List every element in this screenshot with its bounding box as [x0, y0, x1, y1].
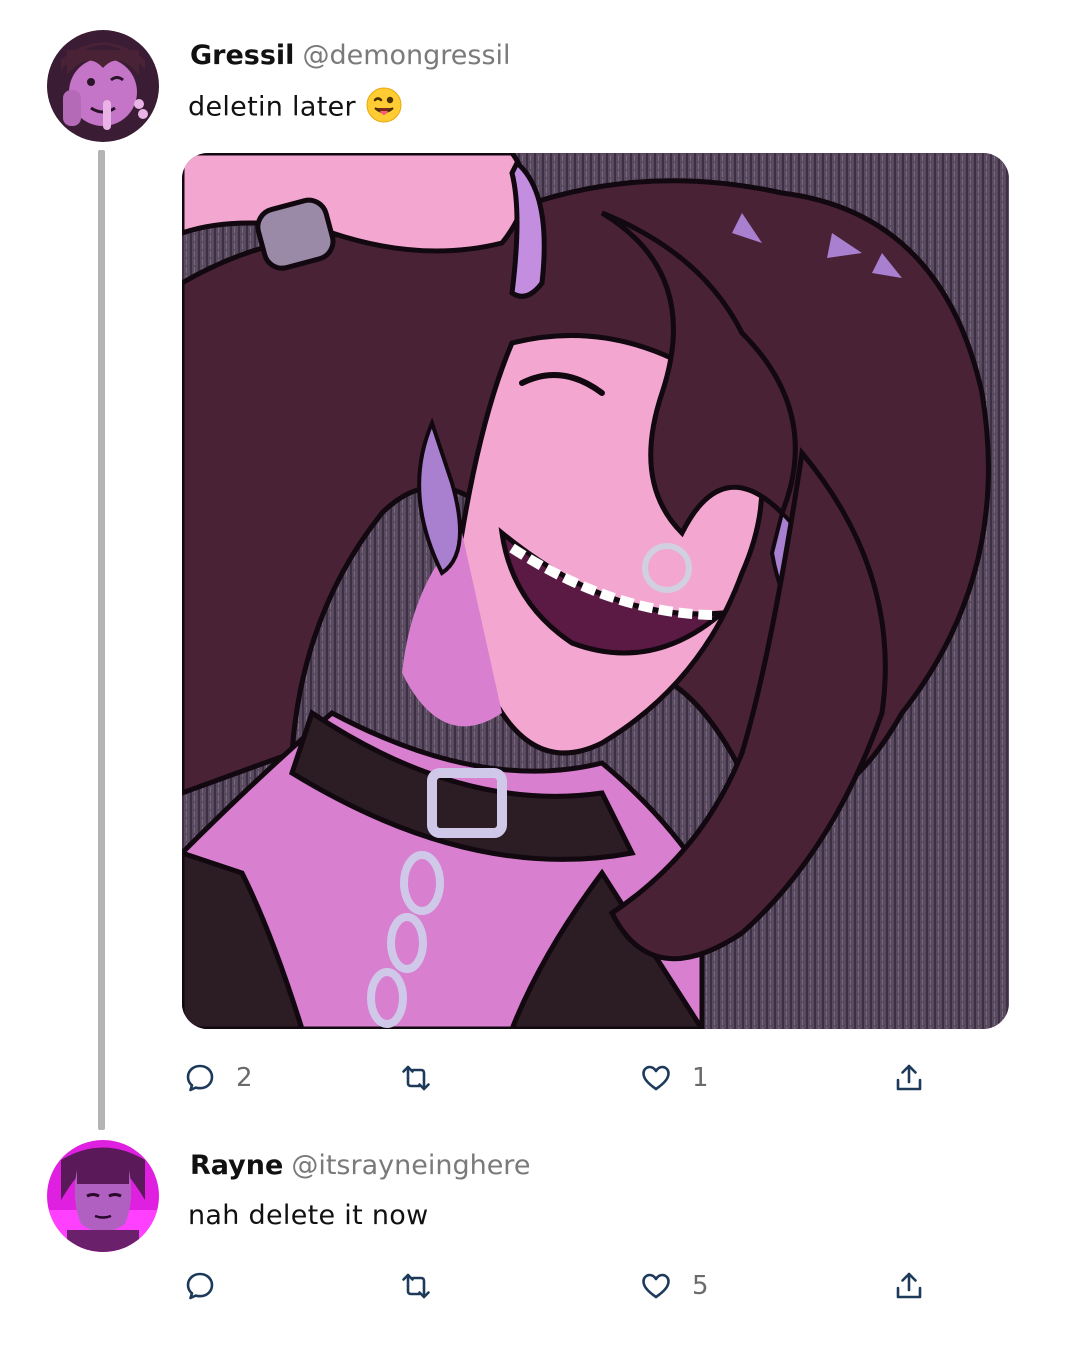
like-icon: [642, 1273, 670, 1299]
like-button[interactable]: 1: [640, 1058, 709, 1098]
tweet-text-content: deletin later: [188, 91, 356, 123]
like-count: 1: [692, 1063, 709, 1093]
reply-button[interactable]: [184, 1266, 236, 1306]
share-button[interactable]: [893, 1058, 925, 1098]
share-button[interactable]: [893, 1266, 925, 1306]
tweet-header: Gressil @demongressil: [190, 40, 511, 71]
tweet-text-content: nah delete it now: [188, 1200, 429, 1231]
reply-count: 2: [236, 1063, 253, 1093]
like-count: 5: [692, 1271, 709, 1301]
tweet-text: deletin later: [188, 87, 402, 126]
rayne-avatar[interactable]: [47, 1140, 159, 1252]
share-icon: [896, 1064, 922, 1091]
reply-icon: [186, 1064, 214, 1092]
thread-connector-line: [98, 150, 105, 1130]
like-icon: [642, 1065, 670, 1091]
author-handle[interactable]: @itsrayneinghere: [291, 1150, 530, 1181]
author-name[interactable]: Gressil: [190, 40, 294, 71]
tweet-actions: 5: [0, 1266, 1080, 1306]
tweet-header: Rayne @itsrayneinghere: [190, 1150, 530, 1181]
author-handle[interactable]: @demongressil: [302, 40, 510, 71]
tweet-media-image[interactable]: [182, 153, 1009, 1029]
retweet-button[interactable]: [400, 1058, 452, 1098]
author-name[interactable]: Rayne: [190, 1150, 283, 1181]
like-button[interactable]: 5: [640, 1266, 709, 1306]
gressil-avatar[interactable]: [47, 30, 159, 142]
retweet-icon: [402, 1273, 430, 1299]
reply-button[interactable]: 2: [184, 1058, 253, 1098]
winking-face-with-tongue-emoji-icon: [366, 87, 402, 123]
retweet-icon: [402, 1065, 430, 1091]
tweet-text: nah delete it now: [188, 1200, 428, 1231]
share-icon: [896, 1272, 922, 1299]
tweet-actions: 2 1: [0, 1058, 1080, 1098]
retweet-button[interactable]: [400, 1266, 452, 1306]
reply-icon: [186, 1272, 214, 1300]
